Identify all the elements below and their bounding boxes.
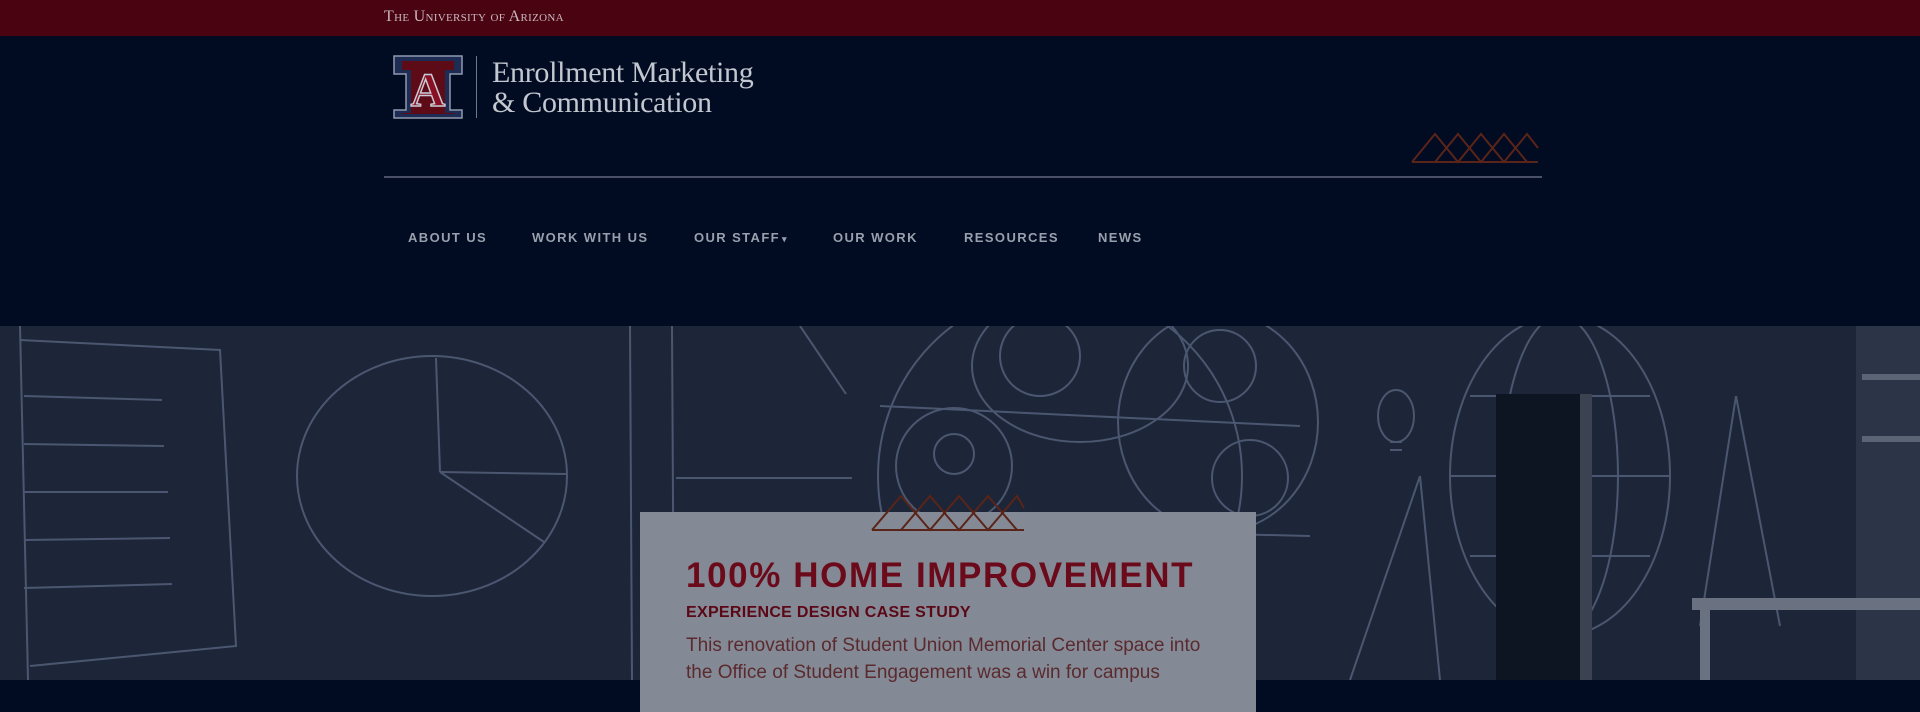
feature-card-title[interactable]: 100% HOME IMPROVEMENT — [686, 556, 1194, 596]
nav-item-news[interactable]: NEWS — [1098, 230, 1143, 245]
site-header — [0, 36, 1920, 326]
nav-item-our-staff[interactable]: OUR STAFF ▾ — [694, 230, 788, 245]
feature-card-body: This renovation of Student Union Memoria… — [686, 635, 1201, 683]
nav-item-about-us[interactable]: ABOUT US — [408, 230, 487, 245]
chevron-down-icon: ▾ — [782, 234, 788, 244]
nav-item-resources[interactable]: RESOURCES — [964, 230, 1059, 245]
nav-item-work-with-us[interactable]: WORK WITH US — [532, 230, 648, 245]
department-name-line2: & Communication — [492, 86, 712, 119]
university-link[interactable]: The University of Arizona — [384, 8, 564, 26]
triangle-mark-icon — [1411, 132, 1539, 164]
logo-divider — [476, 56, 477, 118]
department-name-line1: Enrollment Marketing — [492, 56, 754, 89]
university-top-bar: The University of Arizona — [0, 0, 1920, 36]
feature-card-subtitle: EXPERIENCE DESIGN CASE STUDY — [686, 604, 971, 621]
nav-item-our-work[interactable]: OUR WORK — [833, 230, 918, 245]
logo-letter: A — [411, 64, 446, 117]
nav-divider — [384, 176, 1542, 178]
card-triangle-mark-icon — [871, 494, 1025, 532]
department-name: Enrollment Marketing & Communication — [492, 58, 812, 118]
nav-item-our-staff-label: OUR STAFF — [694, 230, 781, 245]
university-a-logo-icon: A — [393, 55, 463, 119]
